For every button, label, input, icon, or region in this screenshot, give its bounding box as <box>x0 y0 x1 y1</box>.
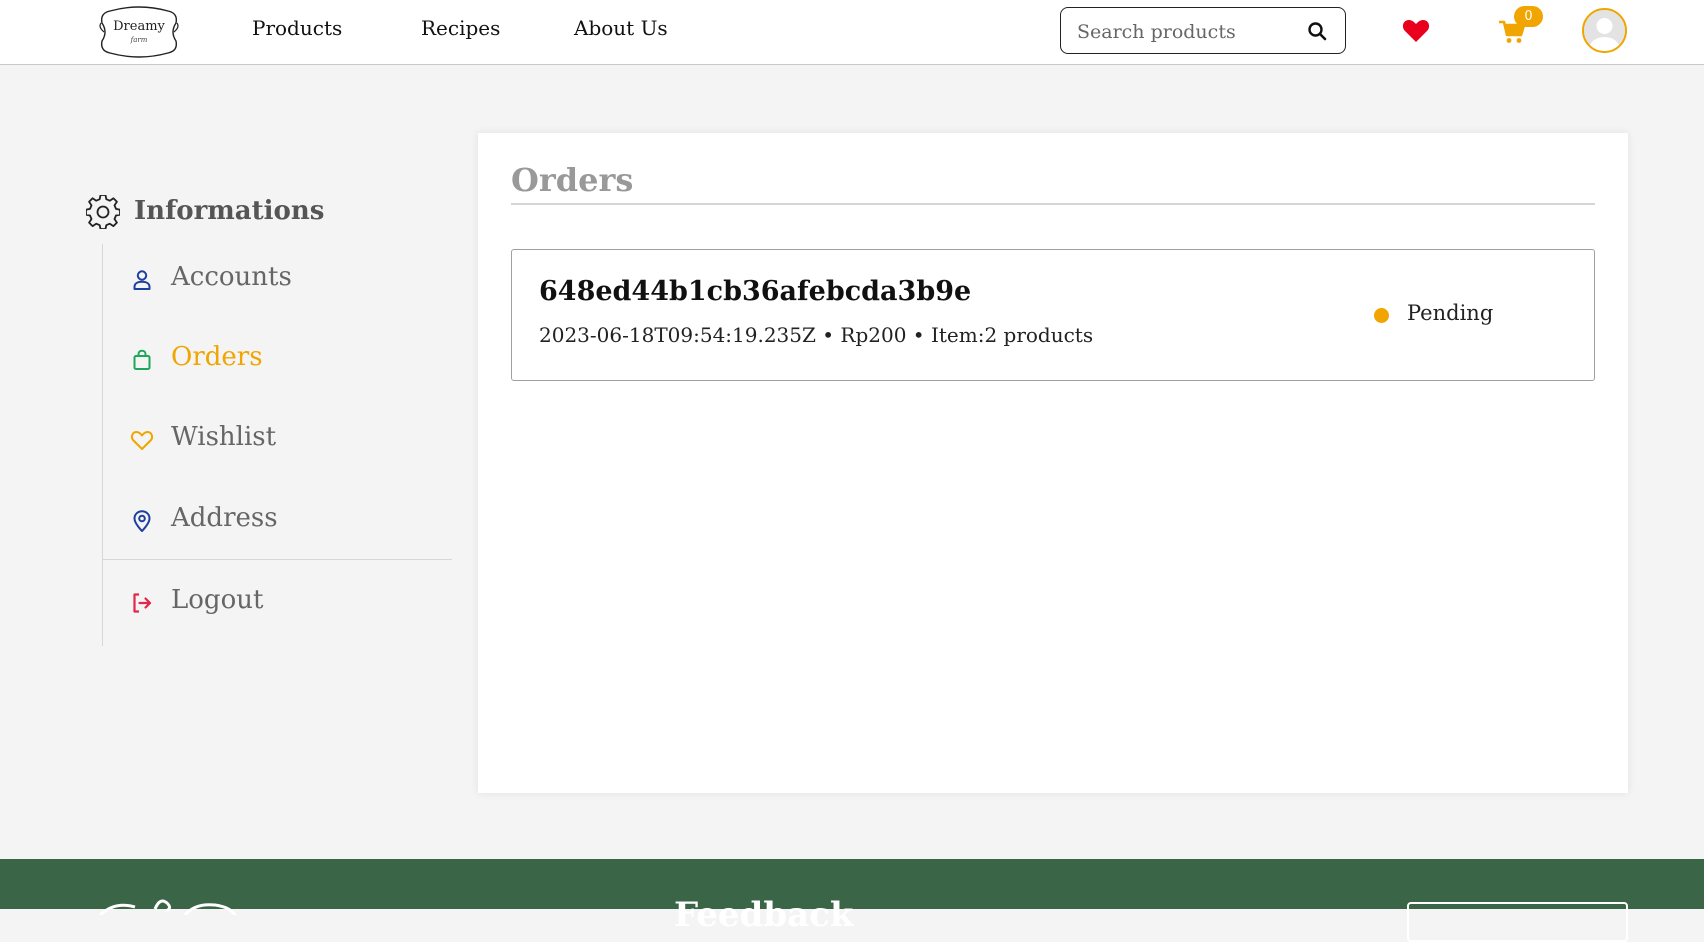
map-pin-icon <box>133 510 151 532</box>
sidebar-title: Informations <box>134 196 325 226</box>
logout-icon <box>133 593 152 613</box>
sidebar-item-wishlist[interactable]: Wishlist <box>130 420 450 460</box>
avatar-placeholder-icon <box>1584 10 1625 51</box>
cart-count-badge: 0 <box>1514 6 1543 27</box>
page-title: Orders <box>511 161 634 199</box>
status-badge: Pending <box>1407 301 1494 325</box>
sidebar-divider <box>103 559 452 560</box>
logo-subtext: farm <box>130 36 148 44</box>
order-meta: 2023-06-18T09:54:19.235Z • Rp200 • Item:… <box>539 323 1094 347</box>
orders-panel: Orders 648ed44b1cb36afebcda3b9e 2023-06-… <box>478 133 1628 793</box>
logo-text: Dreamy <box>113 19 165 34</box>
sidebar-item-label: Orders <box>171 342 263 372</box>
footer-button[interactable] <box>1407 902 1628 942</box>
sidebar-item-address[interactable]: Address <box>130 501 450 541</box>
user-avatar[interactable] <box>1582 8 1627 53</box>
heart-outline-icon <box>130 431 154 450</box>
search-input[interactable] <box>1075 18 1299 46</box>
order-card[interactable]: 648ed44b1cb36afebcda3b9e 2023-06-18T09:5… <box>511 249 1595 381</box>
order-id: 648ed44b1cb36afebcda3b9e <box>539 276 972 307</box>
status-dot-icon <box>1374 308 1389 323</box>
title-divider <box>511 203 1595 205</box>
user-icon <box>133 270 151 290</box>
nav-about-us[interactable]: About Us <box>574 16 668 40</box>
sidebar-item-accounts[interactable]: Accounts <box>130 260 450 300</box>
brand-logo[interactable]: Dreamy farm <box>98 5 180 59</box>
shopping-bag-icon <box>133 349 151 370</box>
footer-heading: Feedback <box>674 895 854 935</box>
wishlist-heart-icon[interactable] <box>1402 18 1430 44</box>
footer-logo-icon <box>98 899 237 915</box>
footer: Feedback <box>0 859 1704 942</box>
search-box <box>1060 7 1346 54</box>
sidebar-item-label: Accounts <box>171 262 292 292</box>
search-icon[interactable] <box>1307 21 1327 41</box>
sidebar-item-logout[interactable]: Logout <box>130 583 450 623</box>
nav-recipes[interactable]: Recipes <box>421 16 500 40</box>
sidebar-item-label: Logout <box>171 585 264 615</box>
sidebar-item-label: Wishlist <box>171 422 277 452</box>
top-navbar: Dreamy farm Products Recipes About Us 0 <box>0 0 1704 65</box>
sidebar-item-orders[interactable]: Orders <box>130 340 450 380</box>
nav-products[interactable]: Products <box>252 16 342 40</box>
gear-icon <box>86 195 120 229</box>
sidebar-rail <box>102 244 103 646</box>
sidebar-item-label: Address <box>171 503 278 533</box>
